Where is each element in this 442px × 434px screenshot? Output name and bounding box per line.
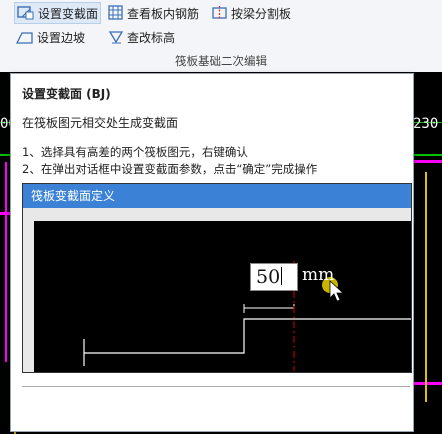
section-icon <box>17 5 35 21</box>
demo-drawing <box>83 261 411 371</box>
split-by-beam-button[interactable]: 按梁分割板 <box>212 3 291 23</box>
demo-image: 筏板变截面定义 50 mm <box>22 183 412 373</box>
view-rebar-label: 查看板内钢筋 <box>127 6 200 21</box>
set-slope-label: 设置边坡 <box>37 30 86 45</box>
split-icon <box>212 5 228 21</box>
demo-value-text: 50 <box>256 266 281 288</box>
ribbon-group-label: 筏板基础二次编辑 <box>175 54 267 68</box>
set-slope-button[interactable]: 设置边坡 <box>16 27 85 47</box>
cad-text-right: 230 <box>413 116 439 132</box>
demo-dialog-title: 筏板变截面定义 <box>23 184 411 208</box>
set-section-label: 设置变截面 <box>38 6 99 21</box>
edit-elevation-button[interactable]: 查改标高 <box>108 27 175 47</box>
tooltip-title: 设置变截面 (BJ) <box>22 87 111 101</box>
tooltip-step-2: 2、在弹出对话框中设置变截面参数，点击“确定”完成操作 <box>22 162 318 176</box>
cad-yellow-line <box>425 172 427 402</box>
ribbon: 设置变截面 查看板内钢筋 按梁分割板 设置边坡 查改标高 筏板基础二次编辑 <box>0 0 442 73</box>
slope-icon <box>16 29 34 45</box>
view-rebar-button[interactable]: 查看板内钢筋 <box>108 3 199 23</box>
cad-magenta-line <box>412 382 442 385</box>
demo-canvas: 50 mm <box>34 221 411 372</box>
cad-magenta-line <box>5 162 7 362</box>
demo-step-outline <box>84 318 411 354</box>
demo-unit-label: mm <box>302 265 335 285</box>
cad-magenta-line <box>412 160 442 163</box>
edit-elevation-label: 查改标高 <box>127 30 176 45</box>
demo-value-input: 50 <box>250 263 298 291</box>
tooltip-step-1: 1、选择具有高差的两个筏板图元，右键确认 <box>22 145 248 159</box>
tooltip-divider <box>22 386 410 387</box>
rebar-grid-icon <box>108 5 124 21</box>
elevation-icon <box>108 29 124 45</box>
split-by-beam-label: 按梁分割板 <box>231 6 292 21</box>
tooltip-panel: 设置变截面 (BJ) 在筏板图元相交处生成变截面 1、选择具有高差的两个筏板图元… <box>10 73 414 432</box>
tooltip-description: 在筏板图元相交处生成变截面 <box>22 116 179 130</box>
set-section-button[interactable]: 设置变截面 <box>14 2 102 24</box>
demo-dimension-line <box>243 304 295 313</box>
text-caret <box>281 267 283 285</box>
